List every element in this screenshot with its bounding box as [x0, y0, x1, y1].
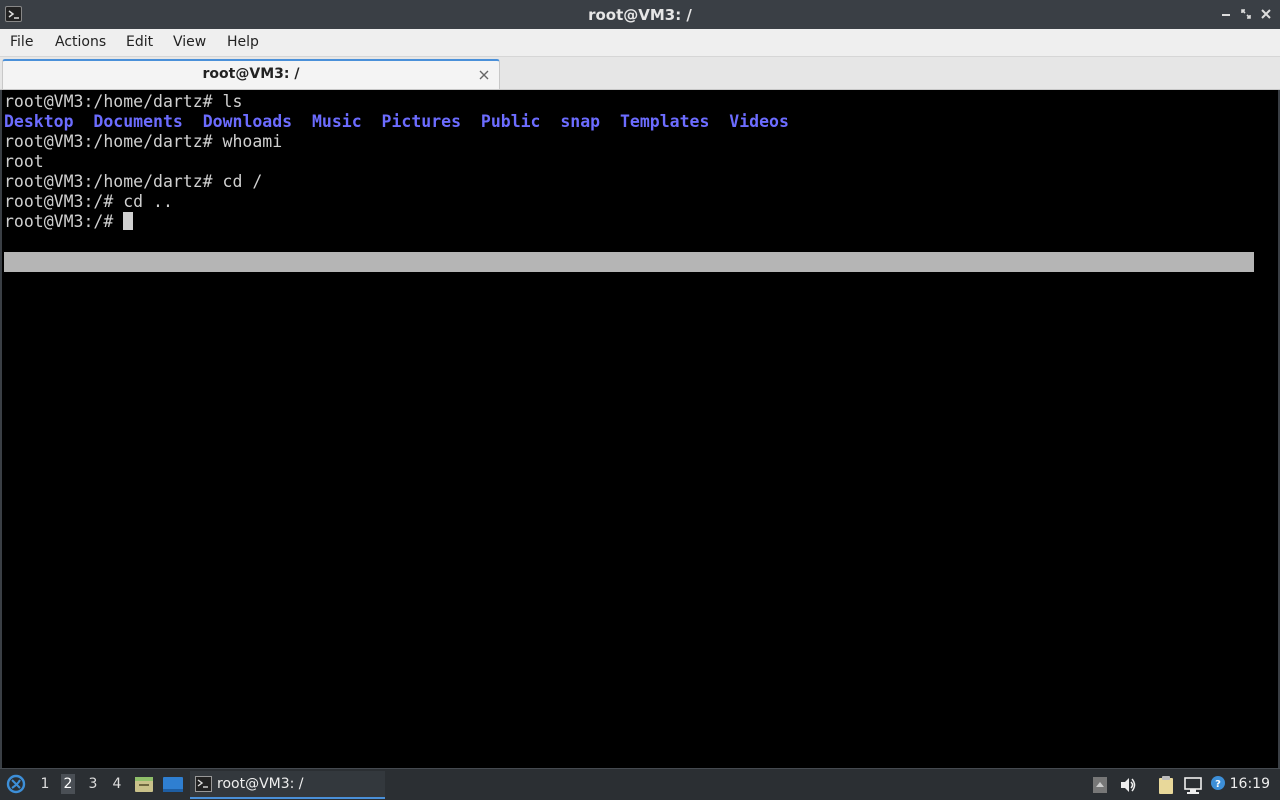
- command: cd ..: [123, 192, 173, 211]
- terminal-line: root@VM3:/home/dartz# whoami: [4, 132, 282, 152]
- tray-expand-icon: [1093, 777, 1107, 793]
- command: ls: [222, 92, 243, 111]
- volume-icon: [1121, 778, 1136, 792]
- workspace-1[interactable]: 1: [38, 776, 52, 792]
- updates-button[interactable]: ?: [1210, 775, 1228, 797]
- dir-entry: snap: [560, 112, 601, 131]
- notification-icon: ?: [1211, 776, 1225, 790]
- menu-help[interactable]: Help: [227, 34, 259, 50]
- tab-bar: root@VM3: /: [0, 57, 1280, 90]
- task-label: root@VM3: /: [217, 776, 304, 792]
- command: cd /: [222, 172, 263, 191]
- lxqt-logo-icon: [6, 774, 26, 794]
- dir-entry: Music: [311, 112, 362, 131]
- terminal-line: root: [4, 152, 44, 172]
- terminal-line: root@VM3:/home/dartz# ls: [4, 92, 242, 112]
- selection-highlight: [4, 252, 1254, 272]
- clipboard-icon: [1159, 776, 1173, 794]
- tab-terminal[interactable]: root@VM3: /: [2, 59, 500, 89]
- terminal-line: root@VM3:/home/dartz# cd /: [4, 172, 262, 192]
- taskbar-task-terminal[interactable]: root@VM3: /: [190, 771, 385, 799]
- terminal-line-current: root@VM3:/#: [4, 212, 134, 232]
- workspace-2[interactable]: 2: [61, 774, 75, 794]
- terminal-icon: [195, 776, 212, 796]
- window-title: root@VM3: /: [588, 6, 692, 24]
- prompt: root@VM3:/home/dartz#: [4, 172, 223, 191]
- prompt: root@VM3:/#: [4, 192, 124, 211]
- network-icon: [1184, 777, 1202, 794]
- terminal-line: root@VM3:/# cd ..: [4, 192, 173, 212]
- menu-actions[interactable]: Actions: [55, 34, 106, 50]
- close-button[interactable]: [1258, 6, 1274, 22]
- terminal-output[interactable]: root@VM3:/home/dartz# ls Desktop Documen…: [0, 90, 1280, 768]
- dir-entry: Documents: [93, 112, 183, 131]
- menu-bar: File Actions Edit View Help: [0, 29, 1280, 57]
- clock[interactable]: 16:19: [1230, 776, 1270, 792]
- command-output: root: [4, 152, 44, 171]
- maximize-button[interactable]: [1238, 6, 1254, 22]
- menu-edit[interactable]: Edit: [126, 34, 153, 50]
- minimize-icon: [1222, 14, 1230, 16]
- prompt: root@VM3:/home/dartz#: [4, 92, 223, 111]
- file-manager-launcher[interactable]: [134, 775, 154, 797]
- svg-text:?: ?: [1215, 779, 1221, 790]
- show-desktop-button[interactable]: [162, 776, 184, 798]
- taskbar: 1 2 3 4 root@VM3: / ? 16:19: [0, 768, 1280, 800]
- clipboard-button[interactable]: [1156, 775, 1176, 799]
- prompt: root@VM3:/#: [4, 212, 124, 231]
- close-icon: [479, 70, 489, 80]
- dir-entry: Pictures: [381, 112, 462, 131]
- start-menu-button[interactable]: [6, 774, 26, 798]
- tab-close-button[interactable]: [477, 67, 491, 81]
- minimize-button[interactable]: [1218, 6, 1234, 22]
- workspace-4[interactable]: 4: [110, 776, 124, 792]
- terminal-cursor: [123, 212, 134, 230]
- terminal-line-ls-output: Desktop Documents Downloads Music Pictur…: [4, 112, 789, 132]
- menu-view[interactable]: View: [173, 34, 206, 50]
- network-button[interactable]: [1183, 775, 1203, 799]
- dir-entry: Templates: [620, 112, 710, 131]
- desktop-icon: [163, 777, 183, 792]
- file-manager-icon: [135, 777, 153, 792]
- close-icon: [1261, 9, 1271, 19]
- command: whoami: [222, 132, 283, 151]
- tab-label: root@VM3: /: [202, 66, 300, 82]
- dir-entry: Videos: [729, 112, 789, 131]
- workspace-3[interactable]: 3: [86, 776, 100, 792]
- dir-entry: Public: [480, 112, 541, 131]
- window-titlebar[interactable]: root@VM3: /: [0, 0, 1280, 29]
- dir-entry: Downloads: [202, 112, 293, 131]
- maximize-icon: [1241, 9, 1251, 19]
- tray-arrow-button[interactable]: [1092, 776, 1108, 798]
- menu-file[interactable]: File: [10, 34, 33, 50]
- volume-button[interactable]: [1119, 776, 1137, 798]
- dir-entry: Desktop: [4, 112, 74, 131]
- prompt: root@VM3:/home/dartz#: [4, 132, 223, 151]
